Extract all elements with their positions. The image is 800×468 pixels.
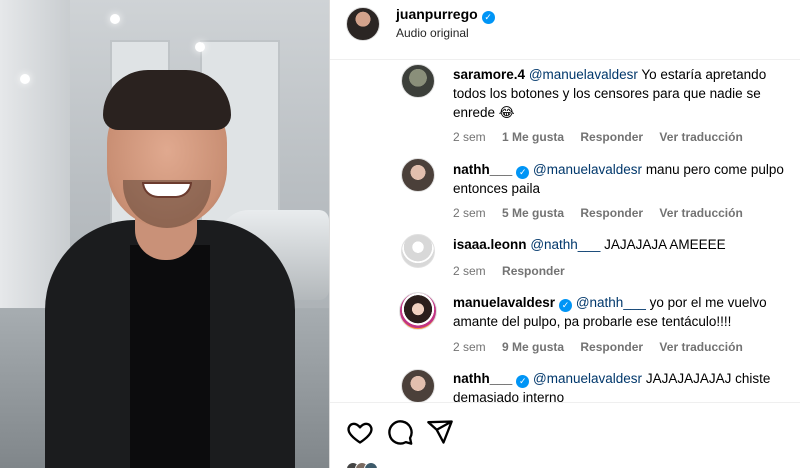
- translate-button[interactable]: Ver traducción: [659, 130, 742, 144]
- actions-divider: [330, 402, 800, 403]
- person-tshirt: [130, 245, 210, 468]
- reply-button[interactable]: Responder: [580, 130, 643, 144]
- photo-ceiling-light: [195, 42, 205, 52]
- author-username[interactable]: juanpurrego ✓: [396, 6, 495, 24]
- verified-badge-icon: ✓: [516, 166, 530, 179]
- liked-by-avatar: [364, 462, 378, 468]
- photo-ceiling-light: [110, 14, 120, 24]
- verified-badge-icon: ✓: [559, 299, 573, 312]
- comment-text: manuelavaldesr ✓ @nathh___ yo por el me v…: [453, 293, 793, 331]
- post-header: juanpurrego ✓ Audio original: [330, 0, 800, 60]
- comment-time: 2 sem: [453, 130, 486, 144]
- reply-button[interactable]: Responder: [580, 340, 643, 354]
- comment-text: isaaa.leonn @nathh___ JAJAJAJA AMEEEE: [453, 235, 793, 254]
- translate-button[interactable]: Ver traducción: [659, 340, 742, 354]
- commenter-username[interactable]: nathh___: [453, 162, 512, 177]
- person-hair: [103, 70, 231, 130]
- post-side-panel: juanpurrego ✓ Audio original saramore.4 @…: [329, 0, 800, 468]
- comment-text: nathh___ ✓ @manuelavaldesr manu pero come…: [453, 160, 793, 198]
- reply-button[interactable]: Responder: [502, 264, 565, 278]
- commenter-avatar[interactable]: [401, 234, 435, 268]
- comment-text: saramore.4 @manuelavaldesr Yo estaría ap…: [453, 65, 793, 122]
- comment-icon[interactable]: [386, 418, 414, 446]
- comment-meta: 2 sem 5 Me gusta Responder Ver traducció…: [453, 206, 756, 220]
- comment-mention[interactable]: @manuelavaldesr: [533, 371, 642, 386]
- comment-mention[interactable]: @manuelavaldesr: [533, 162, 642, 177]
- comment-likes[interactable]: 5 Me gusta: [502, 206, 564, 220]
- heart-icon[interactable]: [346, 418, 374, 446]
- commenter-avatar[interactable]: [401, 64, 435, 98]
- comment-meta: 2 sem Responder: [453, 264, 578, 278]
- commenter-avatar[interactable]: [401, 369, 435, 402]
- post-actions-bar: [330, 415, 800, 455]
- commenter-username[interactable]: isaaa.leonn: [453, 237, 527, 252]
- liked-by-avatars[interactable]: [346, 462, 546, 468]
- comment-time: 2 sem: [453, 206, 486, 220]
- verified-badge-icon: ✓: [481, 11, 495, 24]
- commenter-avatar[interactable]: [401, 158, 435, 192]
- audio-label[interactable]: Audio original: [396, 26, 469, 40]
- post-media-photo[interactable]: [0, 0, 329, 468]
- author-username-text[interactable]: juanpurrego: [396, 6, 478, 22]
- comment-text: nathh___ ✓ @manuelavaldesr JAJAJAJAJAJ ch…: [453, 369, 793, 402]
- comment-likes[interactable]: 9 Me gusta: [502, 340, 564, 354]
- comments-list[interactable]: saramore.4 @manuelavaldesr Yo estaría ap…: [330, 60, 800, 402]
- comment-body: JAJAJAJA AMEEEE: [600, 237, 726, 252]
- comment-likes[interactable]: 1 Me gusta: [502, 130, 564, 144]
- commenter-username[interactable]: nathh___: [453, 371, 512, 386]
- comment-meta: 2 sem 1 Me gusta Responder Ver traducció…: [453, 130, 756, 144]
- comment-meta: 2 sem 9 Me gusta Responder Ver traducció…: [453, 340, 756, 354]
- commenter-avatar[interactable]: [399, 292, 437, 330]
- comment-time: 2 sem: [453, 340, 486, 354]
- share-icon[interactable]: [426, 418, 454, 446]
- author-avatar[interactable]: [346, 7, 380, 41]
- comment-mention[interactable]: @manuelavaldesr: [529, 67, 638, 82]
- reply-button[interactable]: Responder: [580, 206, 643, 220]
- comment-mention[interactable]: @nathh___: [576, 295, 646, 310]
- photo-person: [45, 70, 295, 468]
- commenter-username[interactable]: saramore.4: [453, 67, 525, 82]
- photo-ceiling-light: [20, 74, 30, 84]
- commenter-username[interactable]: manuelavaldesr: [453, 295, 555, 310]
- comment-time: 2 sem: [453, 264, 486, 278]
- comment-mention[interactable]: @nathh___: [530, 237, 600, 252]
- verified-badge-icon: ✓: [516, 375, 530, 388]
- translate-button[interactable]: Ver traducción: [659, 206, 742, 220]
